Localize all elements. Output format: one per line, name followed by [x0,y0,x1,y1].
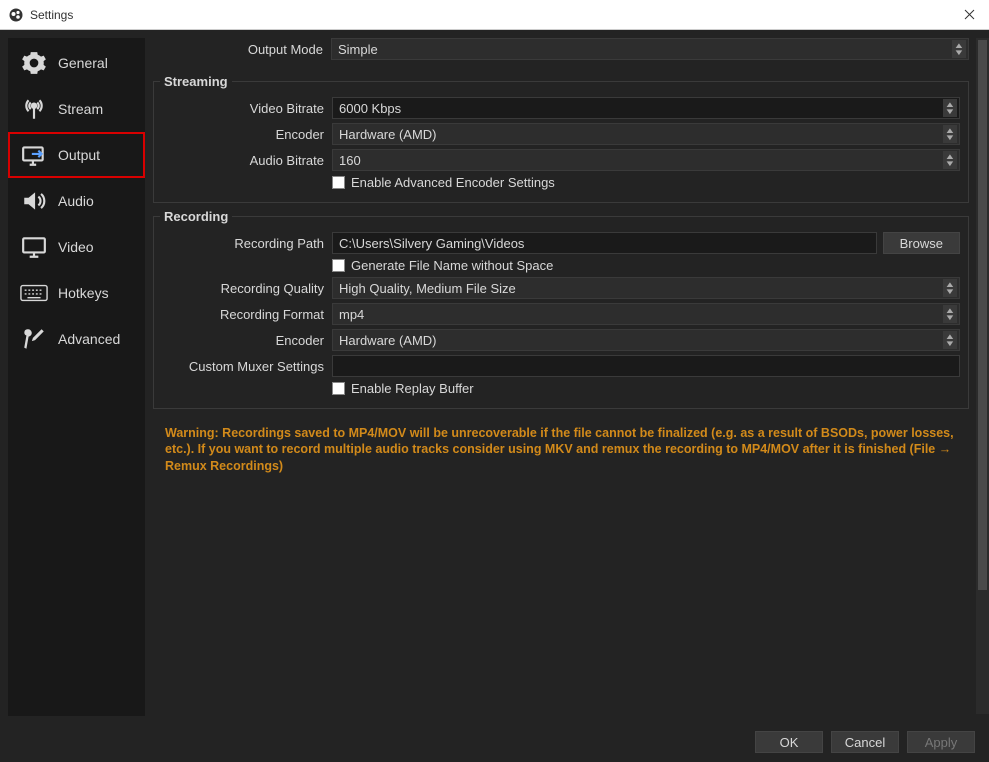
settings-panel-output: Output Mode Simple ▲▼ Streaming Video Bi… [153,38,983,716]
enable-advanced-encoder-label: Enable Advanced Encoder Settings [351,175,555,190]
muxer-label: Custom Muxer Settings [154,359,332,374]
audio-bitrate-label: Audio Bitrate [154,153,332,168]
chevron-updown-icon: ▲▼ [943,331,957,349]
recording-encoder-select[interactable]: Hardware (AMD) ▲▼ [332,329,960,351]
sidebar-item-output[interactable]: Output [8,132,145,178]
sidebar-item-video[interactable]: Video [8,224,145,270]
sidebar-item-label: Output [58,147,100,163]
sidebar-item-label: Stream [58,101,103,117]
sidebar-item-audio[interactable]: Audio [8,178,145,224]
chevron-updown-icon: ▲▼ [952,40,966,58]
spinner-arrows-icon[interactable]: ▲▼ [943,99,957,117]
gen-filename-label: Generate File Name without Space [351,258,553,273]
video-bitrate-input[interactable]: 6000 Kbps ▲▼ [332,97,960,119]
streaming-group: Streaming Video Bitrate 6000 Kbps ▲▼ Enc… [153,74,969,203]
antenna-icon [20,96,48,122]
chevron-updown-icon: ▲▼ [943,305,957,323]
scrollbar[interactable] [976,38,989,714]
streaming-encoder-label: Encoder [154,127,332,142]
sidebar-item-label: General [58,55,108,71]
ok-button[interactable]: OK [755,731,823,753]
sidebar-item-label: Video [58,239,94,255]
titlebar: Settings [0,0,989,30]
recording-quality-label: Recording Quality [154,281,332,296]
recording-warning: Warning: Recordings saved to MP4/MOV wil… [153,415,969,484]
output-mode-select[interactable]: Simple ▲▼ [331,38,969,60]
streaming-legend: Streaming [160,74,232,89]
settings-sidebar: General Stream Output Audio Video [8,38,145,716]
gen-filename-checkbox[interactable] [332,259,345,272]
recording-format-select[interactable]: mp4 ▲▼ [332,303,960,325]
app-icon [8,7,24,23]
muxer-input[interactable] [332,355,960,377]
scrollbar-thumb[interactable] [978,40,987,590]
tools-icon [20,326,48,352]
chevron-updown-icon: ▲▼ [943,279,957,297]
recording-encoder-label: Encoder [154,333,332,348]
apply-button[interactable]: Apply [907,731,975,753]
cancel-button[interactable]: Cancel [831,731,899,753]
dialog-footer: OK Cancel Apply [0,722,989,762]
sidebar-item-label: Audio [58,193,94,209]
output-icon [20,142,48,168]
output-mode-label: Output Mode [153,42,331,57]
window-close-button[interactable] [949,0,989,30]
chevron-updown-icon: ▲▼ [943,125,957,143]
recording-group: Recording Recording Path C:\Users\Silver… [153,209,969,409]
recording-format-label: Recording Format [154,307,332,322]
replay-buffer-checkbox[interactable] [332,382,345,395]
speaker-icon [20,188,48,214]
recording-quality-select[interactable]: High Quality, Medium File Size ▲▼ [332,277,960,299]
video-bitrate-label: Video Bitrate [154,101,332,116]
keyboard-icon [20,284,48,302]
sidebar-item-label: Hotkeys [58,285,109,301]
sidebar-item-stream[interactable]: Stream [8,86,145,132]
gear-icon [20,50,48,76]
sidebar-item-advanced[interactable]: Advanced [8,316,145,362]
enable-advanced-encoder-checkbox[interactable] [332,176,345,189]
sidebar-item-label: Advanced [58,331,120,347]
sidebar-item-hotkeys[interactable]: Hotkeys [8,270,145,316]
sidebar-item-general[interactable]: General [8,40,145,86]
recording-legend: Recording [160,209,232,224]
window-title: Settings [30,8,949,22]
recording-path-input[interactable]: C:\Users\Silvery Gaming\Videos [332,232,877,254]
audio-bitrate-select[interactable]: 160 ▲▼ [332,149,960,171]
streaming-encoder-select[interactable]: Hardware (AMD) ▲▼ [332,123,960,145]
replay-buffer-label: Enable Replay Buffer [351,381,474,396]
recording-path-label: Recording Path [154,236,332,251]
chevron-updown-icon: ▲▼ [943,151,957,169]
browse-button[interactable]: Browse [883,232,960,254]
monitor-icon [20,234,48,260]
